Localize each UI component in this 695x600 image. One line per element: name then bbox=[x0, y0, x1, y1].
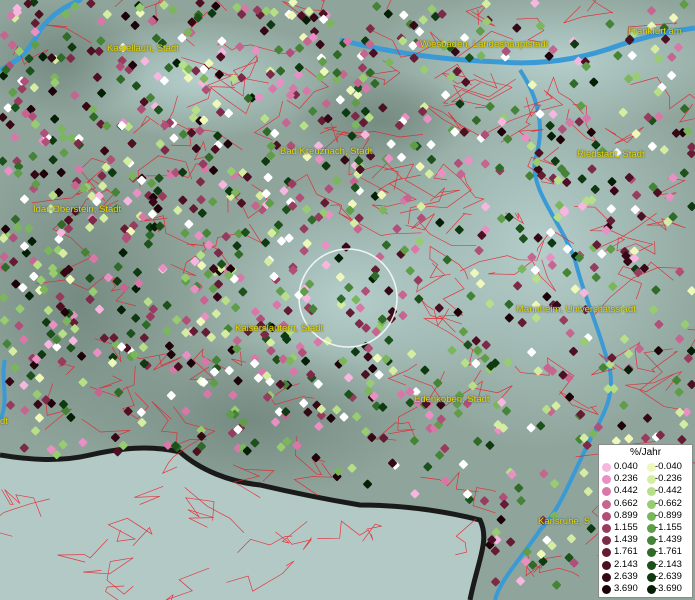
legend-value: -0.662 bbox=[655, 497, 682, 509]
legend-value: 0.442 bbox=[614, 485, 638, 497]
city-label-riedstadt: Riedstadt, Stadt bbox=[577, 149, 645, 160]
legend-value: -0.236 bbox=[655, 473, 682, 485]
map-view[interactable]: Kastellaun, Stadt Wiesbaden, Landeshaupt… bbox=[0, 0, 695, 600]
legend-value: -2.639 bbox=[655, 570, 682, 582]
legend-row: 1.761 -1.761 bbox=[599, 546, 694, 558]
legend-value: 1.439 bbox=[614, 534, 638, 546]
legend-value: -0.899 bbox=[655, 509, 682, 521]
legend-row: 0.442 -0.442 bbox=[599, 485, 694, 497]
legend-value: 0.236 bbox=[614, 473, 638, 485]
legend-row: 1.155 -1.155 bbox=[599, 522, 694, 534]
legend-value: 0.662 bbox=[614, 497, 638, 509]
legend-value: 0.040 bbox=[614, 461, 638, 472]
city-label-edenkoben: Edenkoben, Stadt bbox=[414, 394, 490, 405]
legend-row: 2.143 -2.143 bbox=[599, 559, 694, 571]
legend-row: 3.690 -3.690 bbox=[599, 583, 694, 595]
legend-value: 1.761 bbox=[614, 546, 638, 558]
legend-swatch bbox=[602, 560, 611, 570]
city-label-frankfurt: Frankfurt am bbox=[628, 26, 682, 37]
legend-swatch bbox=[602, 585, 611, 594]
legend-swatch bbox=[602, 511, 611, 521]
legend-swatch bbox=[602, 487, 611, 497]
terrain-layer bbox=[0, 0, 695, 600]
city-label-wiesbaden: Wiesbaden, Landeshauptstadt bbox=[420, 39, 549, 50]
city-label-karlsruhe: Karlsruhe, S bbox=[538, 516, 591, 527]
legend-row: 2.639 -2.639 bbox=[599, 571, 694, 583]
legend-swatch bbox=[602, 548, 611, 558]
city-label-partial: dt bbox=[0, 416, 8, 427]
map-legend: %/Jahr 0.040 -0.040 0.236 -0.236 0.442 -0.442… bbox=[598, 444, 693, 598]
city-label-mannheim: Mannheim, Universitätsstadt bbox=[516, 304, 636, 315]
legend-swatch bbox=[602, 475, 611, 485]
legend-title: %/Jahr bbox=[629, 447, 662, 458]
legend-value: 2.639 bbox=[614, 570, 638, 582]
city-label-idar-oberstein: Idar-Oberstein, Stadt bbox=[33, 204, 122, 215]
legend-row: 0.899 -0.899 bbox=[599, 510, 694, 522]
legend-value: -1.761 bbox=[655, 546, 682, 558]
legend-row: 0.040 -0.040 bbox=[599, 461, 694, 473]
legend-value: -1.155 bbox=[655, 522, 682, 533]
legend-row: 1.439 -1.439 bbox=[599, 534, 694, 546]
city-label-kaiserslautern: Kaiserslautern, Stadt bbox=[235, 323, 324, 334]
city-label-kastellaun: Kastellaun, Stadt bbox=[107, 43, 179, 54]
legend-swatch bbox=[602, 572, 611, 582]
legend-value: -0.442 bbox=[655, 485, 682, 497]
legend-value: -0.040 bbox=[655, 461, 682, 472]
legend-value: -3.690 bbox=[655, 583, 682, 594]
legend-swatch bbox=[602, 536, 611, 546]
city-label-bad-kreuznach: Bad Kreuznach, Stadt bbox=[280, 146, 373, 157]
legend-row: 0.236 -0.236 bbox=[599, 473, 694, 485]
legend-row: 0.662 -0.662 bbox=[599, 498, 694, 510]
legend-value: 0.899 bbox=[614, 509, 638, 521]
legend-value: 3.690 bbox=[614, 583, 638, 594]
legend-value: 1.155 bbox=[614, 522, 638, 533]
legend-swatch bbox=[602, 463, 611, 472]
legend-value: -2.143 bbox=[655, 558, 682, 570]
legend-value: -1.439 bbox=[655, 534, 682, 546]
legend-swatch bbox=[602, 524, 611, 533]
legend-value: 2.143 bbox=[614, 558, 638, 570]
legend-swatch bbox=[602, 499, 611, 509]
